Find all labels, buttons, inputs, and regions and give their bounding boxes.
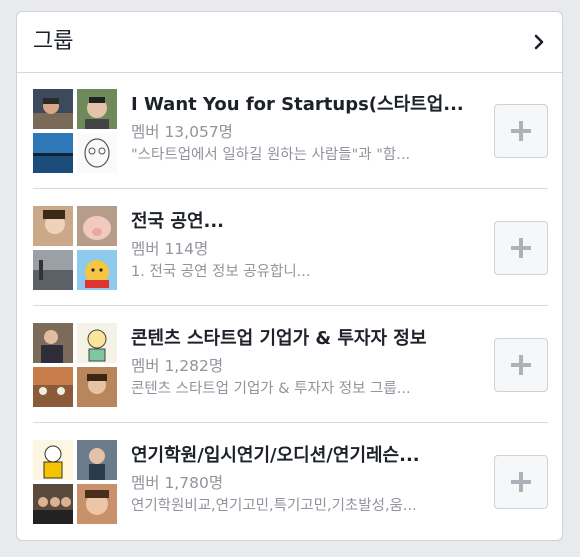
group-info: 전국 공연... 멤버 114명 1. 전국 공연 정보 공유합니... [131, 209, 481, 283]
chevron-right-icon[interactable] [530, 33, 548, 51]
member-photo [77, 484, 117, 524]
group-description: 1. 전국 공연 정보 공유합니... [131, 264, 311, 280]
member-count: 멤버 1,780명 [131, 474, 224, 492]
group-description: 콘텐츠 스타트업 기업가 & 투자자 정보 그룹... [131, 381, 411, 397]
member-photo [33, 323, 73, 363]
member-photo [77, 206, 117, 246]
join-group-button[interactable] [494, 104, 548, 158]
member-photo [33, 133, 73, 173]
member-photo [33, 484, 73, 524]
plus-icon [511, 472, 531, 492]
group-cover-collage [33, 89, 117, 173]
member-photo [77, 440, 117, 480]
group-name[interactable]: 전국 공연... [131, 209, 481, 235]
join-group-button[interactable] [494, 221, 548, 275]
groups-header[interactable]: 그룹 [17, 12, 562, 73]
groups-title: 그룹 [33, 29, 74, 54]
group-row-startups[interactable]: I Want You for Startups(스타트업... 멤버 13,05… [17, 72, 562, 189]
member-photo [33, 250, 73, 290]
group-info: 콘텐츠 스타트업 기업가 & 투자자 정보 멤버 1,282명 콘텐츠 스타트업… [131, 326, 481, 400]
member-count: 멤버 1,282명 [131, 357, 224, 375]
group-row-acting[interactable]: 연기학원/입시연기/오디션/연기레슨... 멤버 1,780명 연기학원비교,연… [17, 423, 562, 540]
member-photo [33, 89, 73, 129]
member-photo [77, 250, 117, 290]
plus-icon [511, 121, 531, 141]
member-photo [33, 440, 73, 480]
group-cover-collage [33, 440, 117, 524]
join-group-button[interactable] [494, 455, 548, 509]
groups-card: 그룹 I Want You for Startups(스타트업... 멤버 13… [16, 11, 563, 541]
group-description: 연기학원비교,연기고민,특기고민,기초발성,움... [131, 498, 417, 514]
member-count: 멤버 13,057명 [131, 123, 233, 141]
group-info: I Want You for Startups(스타트업... 멤버 13,05… [131, 92, 481, 166]
member-photo [77, 323, 117, 363]
member-count: 멤버 114명 [131, 240, 209, 258]
member-photo [77, 367, 117, 407]
member-photo [77, 89, 117, 129]
group-cover-collage [33, 206, 117, 290]
group-cover-collage [33, 323, 117, 407]
group-name[interactable]: I Want You for Startups(스타트업... [131, 92, 481, 118]
group-name[interactable]: 콘텐츠 스타트업 기업가 & 투자자 정보 [131, 326, 481, 352]
member-photo [33, 367, 73, 407]
member-photo [77, 133, 117, 173]
group-info: 연기학원/입시연기/오디션/연기레슨... 멤버 1,780명 연기학원비교,연… [131, 443, 481, 517]
plus-icon [511, 238, 531, 258]
group-name[interactable]: 연기학원/입시연기/오디션/연기레슨... [131, 443, 481, 469]
member-photo [33, 206, 73, 246]
join-group-button[interactable] [494, 338, 548, 392]
group-row-content-startups[interactable]: 콘텐츠 스타트업 기업가 & 투자자 정보 멤버 1,282명 콘텐츠 스타트업… [17, 306, 562, 423]
group-row-performances[interactable]: 전국 공연... 멤버 114명 1. 전국 공연 정보 공유합니... [17, 189, 562, 306]
plus-icon [511, 355, 531, 375]
group-description: "스타트업에서 일하길 원하는 사람들"과 "함... [131, 147, 411, 163]
